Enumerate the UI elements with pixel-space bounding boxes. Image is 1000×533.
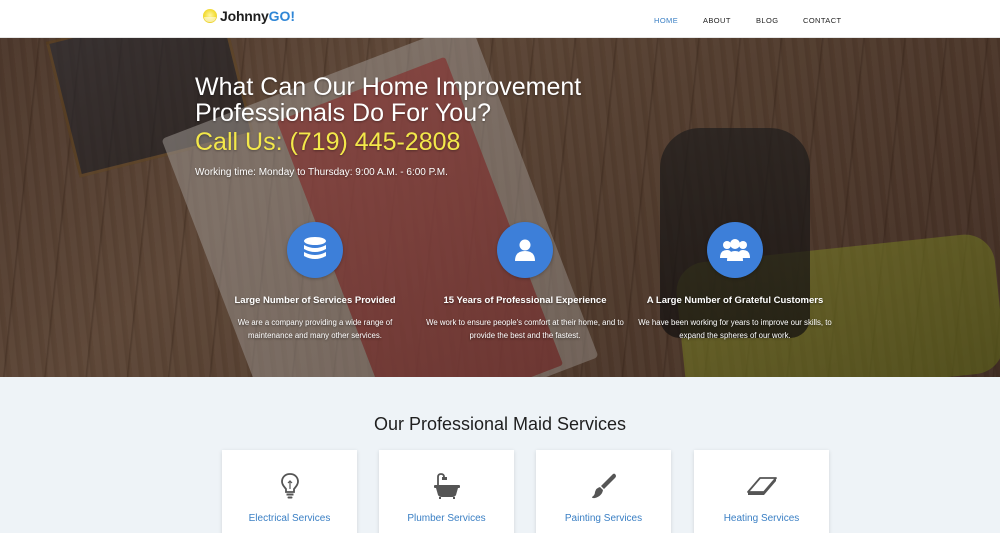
nav-contact[interactable]: CONTACT [803, 16, 842, 25]
service-card-painting[interactable]: Painting Services [536, 450, 671, 533]
logo-icon [203, 9, 217, 23]
feature-text: We have been working for years to improv… [638, 318, 832, 340]
users-icon [707, 222, 763, 278]
hero-title: What Can Our Home Improvement Profession… [195, 73, 582, 127]
user-icon [497, 222, 553, 278]
services-section: Our Professional Maid Services Electrica… [0, 377, 1000, 533]
feature-services: Large Number of Services Provided We are… [215, 222, 415, 342]
nav-home[interactable]: HOME [654, 16, 678, 25]
logo-name-accent: GO! [268, 8, 296, 24]
site-header: Johnny GO! HOME ABOUT BLOG CONTACT [0, 0, 1000, 38]
logo[interactable]: Johnny GO! [203, 7, 295, 25]
bathtub-icon [379, 470, 514, 502]
services-title: Our Professional Maid Services [373, 414, 627, 434]
service-card-plumber[interactable]: Plumber Services [379, 450, 514, 533]
feature-title: 15 Years of Professional Experience [443, 295, 607, 306]
paintbrush-icon [536, 470, 671, 502]
service-card-electrical[interactable]: Electrical Services [222, 450, 357, 533]
logo-name: Johnny [220, 8, 269, 24]
database-icon [287, 222, 343, 278]
feature-experience: 15 Years of Professional Experience We w… [425, 222, 625, 342]
eraser-icon [694, 470, 829, 502]
hero-section: What Can Our Home Improvement Profession… [0, 38, 1000, 377]
service-label: Electrical Services [248, 513, 331, 524]
service-label: Painting Services [564, 513, 643, 524]
feature-text: We are a company providing a wide range … [237, 318, 393, 340]
nav-blog[interactable]: BLOG [756, 16, 778, 25]
service-label: Heating Services [723, 513, 800, 524]
hero-working-hours: Working time: Monday to Thursday: 9:00 A… [195, 167, 448, 178]
service-label: Plumber Services [407, 513, 486, 524]
service-card-heating[interactable]: Heating Services [694, 450, 829, 533]
feature-customers: A Large Number of Grateful Customers We … [635, 222, 835, 342]
feature-title: A Large Number of Grateful Customers [646, 295, 824, 306]
feature-title: Large Number of Services Provided [234, 295, 396, 306]
hero-phone[interactable]: Call Us: (719) 445-2808 [195, 128, 460, 156]
lightbulb-icon [222, 470, 357, 502]
feature-text: We work to ensure people's comfort at th… [426, 318, 624, 340]
nav-about[interactable]: ABOUT [703, 16, 731, 25]
